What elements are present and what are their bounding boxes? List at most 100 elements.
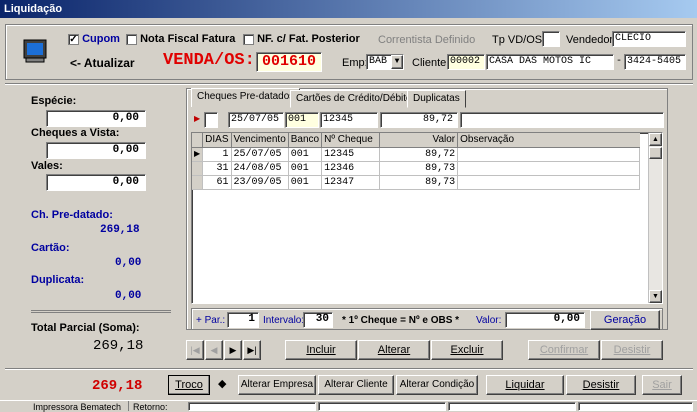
tab-cartoes[interactable]: Cartões de Crédito/Débito (290, 90, 418, 108)
geracao-button[interactable]: Geração (590, 310, 660, 330)
status-field-2 (318, 402, 446, 411)
cupom-check-mark: ✓ (68, 33, 79, 45)
cell-valor: 89,72 (379, 147, 459, 162)
ch-pre-label: Ch. Pre-datado: (31, 209, 113, 221)
cupom-label: Cupom (82, 33, 120, 45)
nota-fiscal-box (126, 33, 137, 45)
cheques-vista-field[interactable]: 0,00 (46, 142, 146, 159)
entry-valor[interactable]: 89,72 (380, 112, 458, 128)
ch-pre-value: 269,18 (100, 224, 140, 236)
cell-cheque: 12346 (321, 161, 381, 176)
table-row[interactable]: 31 24/08/05 001 12346 89,73 (192, 161, 641, 176)
status-field-4 (578, 402, 693, 411)
params-note: * 1º Cheque = Nº e OBS * (342, 315, 460, 326)
alterar-cliente-button[interactable]: Alterar Cliente (318, 375, 394, 395)
entry-cheque[interactable]: 12345 (320, 112, 378, 128)
nf-posterior-checkbox[interactable]: NF. c/ Fat. Posterior (243, 33, 360, 45)
entry-dias[interactable] (204, 112, 218, 128)
last-record-icon[interactable]: ▶| (243, 340, 261, 360)
grid-header-row: DIAS Vencimento Banco Nº Cheque Valor Ob… (192, 133, 640, 148)
cell-dias: 61 (202, 175, 232, 190)
cell-cheque: 12345 (321, 147, 381, 162)
prev-record-icon[interactable]: ◀ (205, 340, 223, 360)
especie-label: Espécie: (31, 95, 77, 107)
alterar-condicao-button[interactable]: Alterar Condição (396, 375, 478, 395)
cell-observacao (457, 161, 641, 176)
cartao-value: 0,00 (115, 257, 142, 269)
scroll-thumb[interactable] (649, 147, 662, 159)
nota-fiscal-label: Nota Fiscal Fatura (140, 33, 236, 45)
alterar-empresa-button[interactable]: Alterar Empresa (238, 375, 316, 395)
cliente-phone-field[interactable]: 3424-5405 (624, 54, 686, 70)
cell-valor: 89,73 (379, 161, 459, 176)
row-indicator (192, 175, 204, 190)
scroll-down-icon[interactable]: ▼ (649, 290, 662, 303)
sair-button[interactable]: Sair (642, 375, 682, 395)
desistir-nav-button[interactable]: Desistir (601, 340, 663, 360)
cartao-label: Cartão: (31, 242, 70, 254)
cell-observacao (457, 175, 641, 190)
entry-banco[interactable]: 001 (285, 112, 319, 128)
cell-dias: 31 (202, 161, 232, 176)
tab-duplicatas[interactable]: Duplicatas (407, 90, 466, 108)
atualizar-button[interactable]: <- Atualizar (70, 56, 135, 70)
cliente-label: Cliente: (412, 57, 450, 69)
vendedor-field[interactable]: CLECIO (612, 31, 686, 47)
valor-label: Valor: (476, 315, 502, 326)
table-row[interactable]: ▶ 1 25/07/05 001 12345 89,72 (192, 147, 641, 162)
row-indicator (192, 161, 204, 176)
header-dias[interactable]: DIAS (202, 133, 232, 148)
cupom-checkbox[interactable]: ✓ Cupom (68, 33, 120, 45)
table-row[interactable]: 61 23/09/05 001 12347 89,73 (192, 175, 641, 190)
cell-vencimento: 25/07/05 (231, 147, 289, 162)
header-banco[interactable]: Banco (288, 133, 323, 148)
computer-icon (22, 38, 48, 64)
cliente-name-field[interactable]: CASA DAS MOTOS IC (486, 54, 614, 70)
status-field-3 (448, 402, 576, 411)
vales-label: Vales: (31, 160, 63, 172)
scroll-up-icon[interactable]: ▲ (649, 133, 662, 146)
excluir-button[interactable]: Excluir (431, 340, 503, 360)
confirmar-button[interactable]: Confirmar (528, 340, 600, 360)
venda-label: VENDA/OS: (163, 51, 255, 70)
header-cheque[interactable]: Nº Cheque (321, 133, 381, 148)
par-field[interactable]: 1 (227, 312, 259, 328)
emp-label: Emp: (342, 57, 368, 69)
window-title: Liquidação (0, 0, 697, 18)
emp-select[interactable]: BAB ▼ (366, 54, 404, 70)
liquidar-button[interactable]: Liquidar (486, 375, 564, 395)
header-vencimento[interactable]: Vencimento (231, 133, 289, 148)
total-label: Total Parcial (Soma): (31, 322, 140, 334)
emp-value: BAB (369, 56, 388, 67)
cell-banco: 001 (288, 147, 323, 162)
cell-valor: 89,73 (379, 175, 459, 190)
venda-field[interactable]: 001610 (256, 52, 322, 72)
grid-indicator-header (192, 133, 204, 148)
troco-button[interactable]: Troco (168, 375, 210, 395)
cheques-vista-label: Cheques a Vista: (31, 127, 120, 139)
cheques-grid[interactable]: DIAS Vencimento Banco Nº Cheque Valor Ob… (191, 132, 663, 304)
duplicata-value: 0,00 (115, 290, 142, 302)
header-valor[interactable]: Valor (379, 133, 459, 148)
tab-cheques[interactable]: Cheques Pre-datados (191, 88, 301, 107)
nota-fiscal-checkbox[interactable]: Nota Fiscal Fatura (126, 33, 235, 45)
chevron-down-icon[interactable]: ▼ (391, 55, 403, 69)
vales-field[interactable]: 0,00 (46, 174, 146, 191)
first-record-icon[interactable]: |◀ (186, 340, 204, 360)
row-selected-icon: ▶ (192, 147, 204, 162)
entry-vencimento[interactable]: 25/07/05 (228, 112, 284, 128)
alterar-button[interactable]: Alterar (358, 340, 430, 360)
status-field-1 (188, 402, 316, 411)
grid-scrollbar[interactable]: ▲ ▼ (648, 133, 662, 303)
desistir-button[interactable]: Desistir (566, 375, 636, 395)
especie-field[interactable]: 0,00 (46, 110, 146, 127)
incluir-button[interactable]: Incluir (285, 340, 357, 360)
tpvd-field[interactable] (542, 31, 560, 47)
header-observacao[interactable]: Observação (457, 133, 640, 148)
valor-field[interactable]: 0,00 (505, 312, 585, 328)
intervalo-field[interactable]: 30 (303, 312, 333, 328)
next-record-icon[interactable]: ▶ (224, 340, 242, 360)
entry-observacao[interactable] (460, 112, 664, 128)
cliente-code-field[interactable]: 00002 (447, 54, 485, 70)
cell-dias: 1 (202, 147, 232, 162)
